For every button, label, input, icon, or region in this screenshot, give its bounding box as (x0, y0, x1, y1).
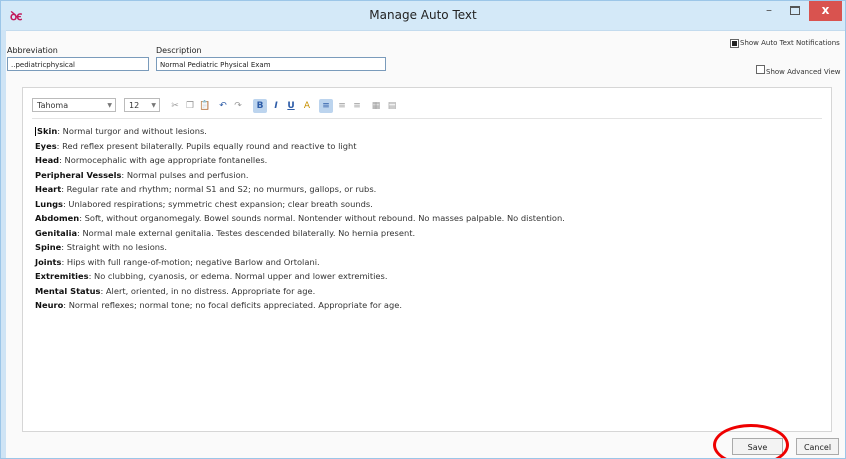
line-label: Spine (35, 242, 62, 252)
rich-text-editor[interactable]: Tahoma ▼ 12 ▼ ✂ ❐ 📋 ↶ ↷ B I U A ≡ ≡ ≡ ▦ ▤ … (22, 87, 832, 432)
line-text: : Regular rate and rhythm; normal S1 and… (61, 184, 377, 194)
line-label: Genitalia (35, 227, 78, 238)
cancel-button[interactable]: Cancel (796, 438, 839, 455)
italic-icon[interactable]: I (269, 99, 283, 113)
line-label: Heart (35, 184, 62, 194)
close-button[interactable]: x (809, 1, 842, 21)
description-label: Description (156, 46, 202, 55)
content-line-lungs: Lungs: Unlabored respirations; symmetric… (35, 197, 565, 212)
line-text: : Normal turgor and without lesions. (57, 126, 207, 136)
manage-auto-text-window: ꝺꞓ Manage Auto Text – x Abbreviation ..p… (0, 0, 846, 459)
align-right-icon[interactable]: ≡ (350, 99, 364, 113)
font-color-icon[interactable]: A (300, 99, 314, 113)
line-text: : Normocephalic with age appropriate fon… (59, 155, 268, 165)
line-text: : Hips with full range-of-motion; negati… (61, 256, 320, 267)
content-line-extremities: Extremities: No clubbing, cyanosis, or e… (35, 269, 565, 284)
line-text: : Red reflex present bilaterally. Pupils… (56, 140, 357, 151)
abbreviation-label: Abbreviation (7, 46, 58, 55)
auto-text-content[interactable]: Skin: Normal turgor and without lesions.… (35, 124, 565, 313)
content-line-head: Head: Normocephalic with age appropriate… (35, 153, 565, 168)
underline-icon[interactable]: U (284, 99, 298, 113)
content-line-peripheral-vessels: Peripheral Vessels: Normal pulses and pe… (35, 168, 565, 183)
content-line-mental-status: Mental Status: Alert, oriented, in no di… (35, 284, 565, 299)
line-label: Joints (35, 256, 62, 267)
line-text: : Soft, without organomegaly. Bowel soun… (79, 213, 565, 223)
line-label: Neuro (35, 300, 64, 310)
align-center-icon[interactable]: ≡ (335, 99, 349, 113)
text-caret (35, 127, 36, 136)
show-notifications-label: Show Auto Text Notifications (740, 39, 840, 47)
line-label: Mental Status (35, 285, 101, 296)
chevron-down-icon: ▼ (151, 102, 156, 109)
show-advanced-checkbox[interactable] (756, 65, 765, 74)
line-text: : Normal reflexes; normal tone; no focal… (63, 300, 402, 310)
copy-icon[interactable]: ❐ (183, 99, 197, 113)
font-name-value: Tahoma (37, 101, 69, 110)
undo-icon[interactable]: ↶ (216, 99, 230, 113)
line-label: Eyes (35, 140, 57, 151)
window-left-border (1, 30, 6, 458)
maximize-icon (790, 6, 800, 15)
line-text: : Normal male external genitalia. Testes… (77, 227, 416, 238)
table-icon[interactable]: ▤ (385, 99, 399, 113)
minimize-button[interactable]: – (756, 1, 782, 21)
content-line-heart: Heart: Regular rate and rhythm; normal S… (35, 182, 565, 197)
content-line-spine: Spine: Straight with no lesions. (35, 240, 565, 255)
paste-icon[interactable]: 📋 (198, 99, 212, 113)
cut-icon[interactable]: ✂ (168, 99, 182, 113)
title-bar: ꝺꞓ Manage Auto Text – x (1, 1, 845, 31)
font-size-select[interactable]: 12 ▼ (124, 98, 160, 112)
spellcheck-icon[interactable]: ▦ (369, 99, 383, 113)
line-label: Head (35, 155, 60, 165)
abbreviation-field[interactable]: ..pediatricphysical (7, 57, 149, 71)
show-notifications-checkbox[interactable] (730, 39, 739, 48)
line-label: Extremities (35, 271, 89, 281)
content-line-skin: Skin: Normal turgor and without lesions. (35, 124, 565, 139)
content-line-genitalia: Genitalia: Normal male external genitali… (35, 226, 565, 241)
line-text: : Normal pulses and perfusion. (121, 169, 249, 180)
bold-icon[interactable]: B (253, 99, 267, 113)
toolbar-divider (32, 118, 822, 119)
line-text: : Unlabored respirations; symmetric ches… (62, 198, 373, 209)
chevron-down-icon: ▼ (107, 102, 112, 109)
line-label: Peripheral Vessels (35, 169, 122, 180)
show-advanced-label: Show Advanced View (766, 68, 841, 76)
content-line-abdomen: Abdomen: Soft, without organomegaly. Bow… (35, 211, 565, 226)
font-size-value: 12 (129, 101, 140, 110)
content-line-joints: Joints: Hips with full range-of-motion; … (35, 255, 565, 270)
line-text: : No clubbing, cyanosis, or edema. Norma… (88, 271, 388, 281)
content-line-neuro: Neuro: Normal reflexes; normal tone; no … (35, 298, 565, 313)
redo-icon[interactable]: ↷ (231, 99, 245, 113)
content-line-eyes: Eyes: Red reflex present bilaterally. Pu… (35, 139, 565, 154)
maximize-button[interactable] (782, 1, 808, 21)
highlight-circle-annotation (713, 424, 789, 458)
window-title: Manage Auto Text (369, 8, 477, 22)
line-label: Skin (37, 126, 58, 136)
line-label: Lungs (35, 198, 63, 209)
line-text: : Alert, oriented, in no distress. Appro… (100, 285, 316, 296)
line-text: : Straight with no lesions. (61, 242, 168, 252)
font-name-select[interactable]: Tahoma ▼ (32, 98, 116, 112)
description-field[interactable]: Normal Pediatric Physical Exam (156, 57, 386, 71)
line-label: Abdomen (35, 213, 80, 223)
align-left-icon[interactable]: ≡ (319, 99, 333, 113)
